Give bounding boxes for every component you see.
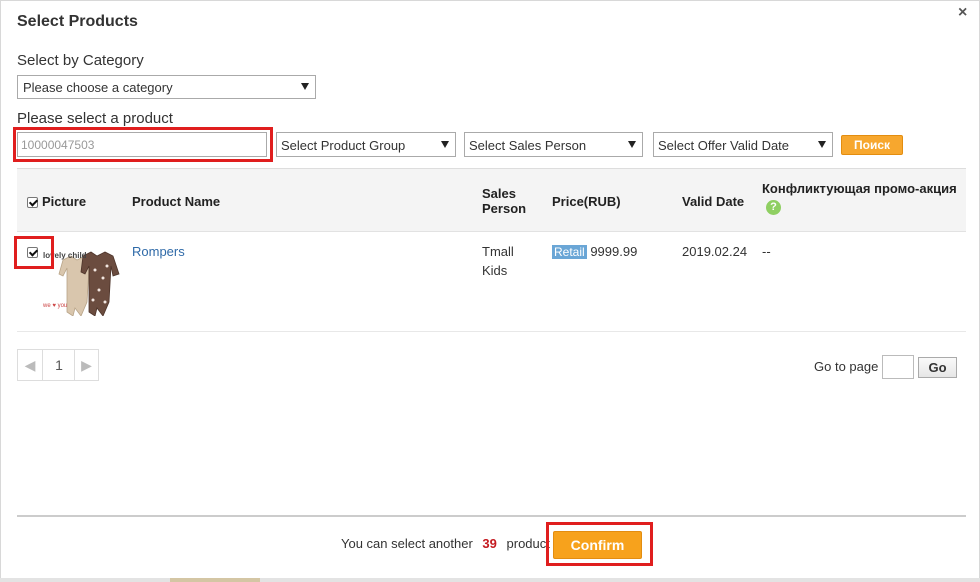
valid-date-value: 2019.02.24	[682, 244, 748, 259]
footer-divider	[17, 515, 966, 517]
footer-prefix: You can select another	[341, 536, 473, 551]
chevron-down-icon	[301, 83, 309, 90]
bottom-strip	[0, 578, 980, 582]
highlight-box-row-checkbox	[14, 236, 54, 269]
product-name-link[interactable]: Rompers	[132, 242, 185, 261]
category-select[interactable]: Please choose a category	[17, 75, 316, 99]
conflict-value: --	[762, 244, 771, 259]
go-button[interactable]: Go	[918, 357, 957, 378]
product-group-select-value: Select Product Group	[281, 138, 406, 153]
sales-person-line1: Tmall	[482, 244, 514, 259]
header-picture: Picture	[42, 194, 87, 209]
chevron-down-icon	[818, 141, 826, 148]
footer-message: You can select another 39 product	[341, 536, 550, 551]
price-value: 9999.99	[590, 244, 638, 259]
select-all-checkbox[interactable]	[27, 197, 38, 208]
table-row: lovely child we ♥ you Rompers Tmall Kids…	[17, 232, 966, 332]
category-select-value: Please choose a category	[23, 80, 173, 95]
select-products-dialog: Select Products × Select by Category Ple…	[0, 0, 980, 580]
goto-page-label: Go to page	[814, 359, 879, 374]
header-price: Price(RUB)	[552, 194, 621, 209]
chevron-down-icon	[441, 141, 449, 148]
search-button[interactable]: Поиск	[841, 135, 903, 155]
table-header: Picture Product Name Sales Person Price(…	[17, 168, 966, 232]
dialog-title: Select Products	[17, 13, 138, 30]
prev-page-button[interactable]: ◀	[18, 350, 43, 380]
image-caption-text: we ♥ you	[43, 303, 68, 309]
header-sales-person-line1: Sales	[482, 186, 516, 201]
remaining-count: 39	[482, 536, 497, 551]
goto-page-input[interactable]	[882, 355, 914, 379]
sales-person-select[interactable]: Select Sales Person	[464, 132, 643, 157]
current-page[interactable]: 1	[44, 350, 74, 380]
confirm-button[interactable]: Confirm	[553, 531, 642, 559]
product-id-input[interactable]: 10000047503	[17, 132, 267, 157]
offer-valid-date-select[interactable]: Select Offer Valid Date	[653, 132, 833, 157]
header-valid-date: Valid Date	[682, 194, 745, 209]
product-label: Please select a product	[17, 110, 173, 127]
next-page-button[interactable]: ▶	[74, 350, 98, 380]
header-product-name: Product Name	[132, 194, 221, 209]
help-icon[interactable]: ?	[766, 200, 781, 215]
close-icon[interactable]: ×	[958, 5, 967, 21]
pagination: ◀ 1 ▶	[17, 349, 99, 381]
sales-person-select-value: Select Sales Person	[469, 138, 587, 153]
header-sales-person-line2: Person	[482, 201, 527, 216]
sales-person-line2: Kids	[482, 263, 508, 278]
retail-badge: Retail	[552, 245, 587, 259]
bottom-accent	[170, 578, 260, 582]
offer-valid-date-select-value: Select Offer Valid Date	[658, 138, 790, 153]
header-conflicting-promo: Конфликтующая промо-акция	[762, 181, 957, 196]
category-label: Select by Category	[17, 52, 144, 69]
product-group-select[interactable]: Select Product Group	[276, 132, 456, 157]
footer-suffix: product	[506, 536, 550, 551]
price-cell: Retail 9999.99	[552, 242, 637, 262]
chevron-down-icon	[628, 141, 636, 148]
